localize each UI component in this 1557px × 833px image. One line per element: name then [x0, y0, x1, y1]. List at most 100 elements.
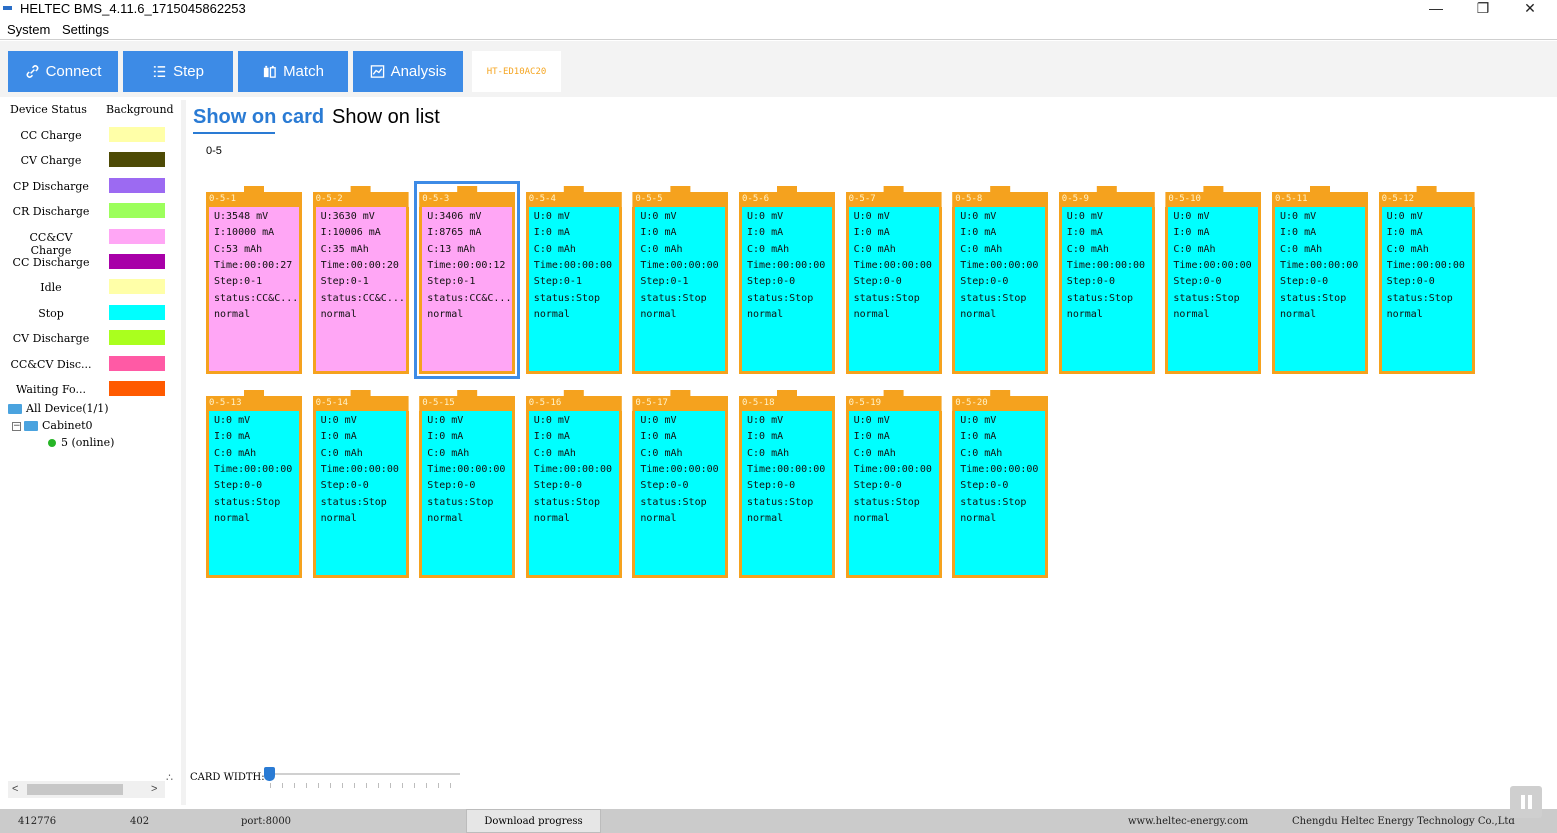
- left-panel-scrollbar[interactable]: < >: [8, 781, 165, 798]
- card-c-value: C:0 mAh: [960, 243, 1003, 255]
- scroll-left-icon[interactable]: <: [12, 781, 18, 798]
- card-time-value: Time:00:00:00: [640, 463, 719, 475]
- analysis-button[interactable]: Analysis: [353, 51, 463, 92]
- card-step-value: Step:0-1: [533, 276, 582, 288]
- connect-button[interactable]: Connect: [8, 51, 118, 92]
- card-c-value: C:13 mAh: [427, 243, 476, 255]
- close-button[interactable]: ✕: [1507, 0, 1553, 18]
- battery-card[interactable]: 0-5-20 U:0 mV I:0 mA C:0 mAh Time:00:00:00 St…: [952, 390, 1049, 578]
- card-body: U:0 mV I:0 mA C:0 mAh Time:00:00:00 Step:0-0…: [632, 411, 729, 578]
- battery-card[interactable]: 0-5-12 U:0 mV I:0 mA C:0 mAh Time:00:00:00 St…: [1378, 186, 1475, 374]
- battery-card[interactable]: 0-5-19 U:0 mV I:0 mA C:0 mAh Time:00:00:00 St…: [845, 390, 942, 578]
- slider-ticks: [270, 783, 460, 788]
- tree-root[interactable]: All Device(1/1): [8, 402, 109, 415]
- legend-label: Waiting Fo...: [16, 383, 86, 396]
- battery-card[interactable]: 0-5-15 U:0 mV I:0 mA C:0 mAh Time:00:00:00 St…: [419, 390, 516, 578]
- scrollbar-thumb[interactable]: [27, 784, 123, 795]
- menu-bar: System Settings: [0, 19, 1557, 40]
- battery-card[interactable]: 0-5-3 U:3406 mV I:8765 mA C:13 mAh Time:00:0…: [414, 181, 521, 379]
- battery-card[interactable]: 0-5-1 U:3548 mV I:10000 mA C:53 mAh Time:00:…: [206, 186, 302, 374]
- battery-card[interactable]: 0-5-2 U:3630 mV I:10006 mA C:35 mAh Time:00:…: [312, 186, 409, 374]
- match-label: Match: [283, 63, 324, 80]
- card-c-value: C:0 mAh: [1066, 243, 1109, 255]
- card-c-value: C:0 mAh: [640, 243, 683, 255]
- card-body: U:0 mV I:0 mA C:0 mAh Time:00:00:00 Step:0-0…: [206, 411, 302, 578]
- battery-card[interactable]: 0-5-13 U:0 mV I:0 mA C:0 mAh Time:00:00:00 St…: [206, 390, 302, 578]
- card-state-value: normal: [427, 308, 464, 320]
- card-status-value: status:Stop: [640, 292, 707, 304]
- company-name: Chengdu Heltec Energy Technology Co.,Ltd: [1292, 816, 1515, 827]
- pause-icon[interactable]: [1510, 786, 1542, 818]
- card-step-value: Step:0-0: [960, 276, 1009, 288]
- restore-button[interactable]: ❐: [1460, 0, 1506, 18]
- tree-device[interactable]: 5 (online): [48, 436, 114, 449]
- card-status-value: status:Stop: [427, 496, 494, 508]
- app-icon: [3, 6, 12, 10]
- battery-card[interactable]: 0-5-10 U:0 mV I:0 mA C:0 mAh Time:00:00:00 St…: [1165, 186, 1262, 374]
- card-width-slider[interactable]: [267, 773, 460, 775]
- card-step-value: Step:0-0: [1173, 276, 1222, 288]
- card-state-value: normal: [747, 512, 784, 524]
- menu-system[interactable]: System: [7, 22, 50, 37]
- card-u-value: U:0 mV: [640, 415, 677, 426]
- battery-card[interactable]: 0-5-7 U:0 mV I:0 mA C:0 mAh Time:00:00:00 Ste…: [845, 186, 942, 374]
- card-body: U:0 mV I:0 mA C:0 mAh Time:00:00:00 Step:0-0…: [312, 411, 409, 578]
- card-i-value: I:0 mA: [747, 431, 784, 443]
- card-step-value: Step:0-0: [640, 480, 689, 492]
- card-status-value: status:Stop: [960, 292, 1027, 304]
- card-state-value: normal: [747, 308, 784, 320]
- card-channel-name: 0-5-20: [955, 398, 988, 408]
- battery-card[interactable]: 0-5-6 U:0 mV I:0 mA C:0 mAh Time:00:00:00 Ste…: [739, 186, 835, 374]
- card-step-value: Step:0-0: [960, 480, 1009, 492]
- card-status-value: status:Stop: [533, 292, 601, 304]
- legend-row: CC Discharge: [8, 250, 181, 275]
- card-c-value: C:0 mAh: [1173, 243, 1216, 255]
- card-status-value: status:Stop: [1173, 292, 1240, 304]
- tree-cabinet[interactable]: − Cabinet0: [12, 419, 93, 432]
- card-u-value: U:0 mV: [533, 415, 570, 426]
- card-body: U:0 mV I:0 mA C:0 mAh Time:00:00:00 Step:0-0…: [1165, 207, 1262, 374]
- battery-card[interactable]: 0-5-16 U:0 mV I:0 mA C:0 mAh Time:00:00:00 St…: [525, 390, 622, 578]
- battery-card[interactable]: 0-5-17 U:0 mV I:0 mA C:0 mAh Time:00:00:00 St…: [632, 390, 729, 578]
- card-status-value: status:CC&C...: [214, 292, 299, 304]
- card-body: U:0 mV I:0 mA C:0 mAh Time:00:00:00 Step:0-0…: [845, 411, 942, 578]
- device-tab[interactable]: HT-ED10AC20: [472, 51, 561, 92]
- card-body: U:0 mV I:0 mA C:0 mAh Time:00:00:00 Step:0-0…: [739, 207, 835, 374]
- card-body: U:0 mV I:0 mA C:0 mAh Time:00:00:00 Step:0-1…: [632, 207, 729, 374]
- card-step-value: Step:0-0: [1386, 276, 1435, 288]
- card-width-slider-thumb[interactable]: [264, 767, 275, 781]
- card-step-value: Step:0-0: [747, 480, 796, 492]
- card-i-value: I:0 mA: [533, 431, 570, 443]
- battery-card[interactable]: 0-5-11 U:0 mV I:0 mA C:0 mAh Time:00:00:00 St…: [1272, 186, 1368, 374]
- battery-card[interactable]: 0-5-8 U:0 mV I:0 mA C:0 mAh Time:00:00:00 Ste…: [952, 186, 1049, 374]
- legend-label: Stop: [38, 306, 64, 320]
- collapse-icon[interactable]: −: [12, 421, 21, 431]
- tab-show-on-card[interactable]: Show on card: [193, 106, 324, 129]
- battery-card[interactable]: 0-5-5 U:0 mV I:0 mA C:0 mAh Time:00:00:00 Ste…: [632, 186, 729, 374]
- tab-show-on-list[interactable]: Show on list: [332, 106, 440, 129]
- card-state-value: normal: [320, 308, 357, 320]
- battery-card[interactable]: 0-5-9 U:0 mV I:0 mA C:0 mAh Time:00:00:00 Ste…: [1058, 186, 1155, 374]
- minimize-button[interactable]: —: [1413, 0, 1459, 18]
- menu-settings[interactable]: Settings: [62, 22, 109, 37]
- download-progress-button[interactable]: Download progress: [466, 809, 601, 833]
- match-button[interactable]: Match: [238, 51, 348, 92]
- battery-card[interactable]: 0-5-4 U:0 mV I:0 mA C:0 mAh Time:00:00:00 Ste…: [525, 186, 622, 374]
- card-i-value: I:10006 mA: [320, 227, 381, 239]
- resize-grip-icon[interactable]: ∴: [166, 771, 173, 784]
- scroll-right-icon[interactable]: >: [151, 781, 157, 798]
- battery-card[interactable]: 0-5-18 U:0 mV I:0 mA C:0 mAh Time:00:00:00 St…: [739, 390, 835, 578]
- legend-label: CP Discharge: [13, 179, 89, 193]
- card-i-value: I:0 mA: [853, 227, 890, 239]
- status-code: 402: [130, 816, 150, 827]
- step-button[interactable]: Step: [123, 51, 233, 92]
- card-u-value: U:0 mV: [1066, 211, 1103, 222]
- card-c-value: C:0 mAh: [640, 447, 683, 459]
- legend-label: CC Charge: [20, 129, 82, 142]
- website-link[interactable]: www.heltec-energy.com: [1128, 816, 1248, 827]
- card-i-value: I:0 mA: [1066, 227, 1103, 239]
- card-i-value: I:0 mA: [214, 431, 251, 443]
- card-status-value: status:Stop: [853, 292, 920, 304]
- card-channel-name: 0-5-1: [209, 194, 237, 204]
- battery-card[interactable]: 0-5-14 U:0 mV I:0 mA C:0 mAh Time:00:00:00 St…: [312, 390, 409, 578]
